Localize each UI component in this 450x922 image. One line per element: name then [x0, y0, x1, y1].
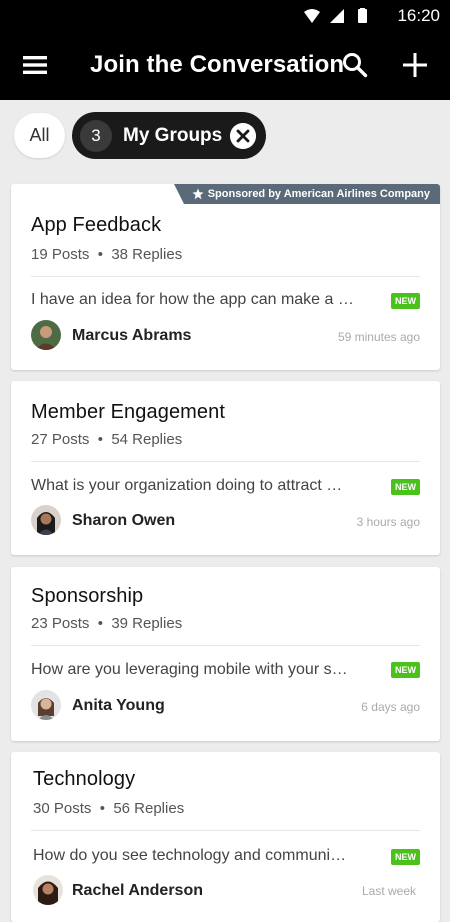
clear-filter-icon[interactable] [230, 123, 256, 149]
divider [31, 461, 420, 462]
filter-my-groups-chip[interactable]: 3 My Groups [72, 112, 266, 159]
replies-count: 39 Replies [111, 615, 183, 632]
sponsored-banner: Sponsored by American Airlines Company [173, 184, 440, 204]
divider [31, 276, 420, 277]
group-title: Technology [33, 768, 136, 790]
latest-post-excerpt: What is your organization doing to attra… [31, 477, 343, 494]
wifi-icon [304, 9, 320, 23]
latest-post-excerpt: How are you leveraging mobile with your … [31, 661, 348, 678]
group-stats: 27 Posts • 54 Replies [31, 431, 182, 448]
stats-separator: • [93, 246, 112, 263]
replies-count: 54 Replies [111, 431, 183, 448]
group-stats: 23 Posts • 39 Replies [31, 615, 182, 632]
group-title: Member Engagement [31, 401, 226, 423]
signal-icon [330, 9, 344, 23]
author-name: Marcus Abrams [72, 327, 192, 344]
new-badge: NEW [391, 293, 420, 309]
replies-count: 56 Replies [113, 800, 185, 817]
avatar [31, 320, 61, 350]
stats-separator: • [93, 431, 112, 448]
post-time: Last week [361, 884, 416, 898]
posts-count: 27 Posts [31, 431, 90, 448]
add-icon[interactable] [400, 50, 430, 80]
group-title: Sponsorship [31, 585, 144, 607]
group-title: App Feedback [31, 214, 162, 236]
author-name: Sharon Owen [72, 512, 176, 529]
post-time: 6 days ago [361, 700, 420, 714]
star-icon [192, 188, 204, 200]
group-card[interactable]: Sponsored by American Airlines Company A… [11, 184, 440, 370]
battery-icon [358, 8, 367, 23]
status-bar: 16:20 [0, 0, 450, 32]
group-card[interactable]: Member Engagement 27 Posts • 54 Replies … [11, 381, 440, 555]
post-time: 59 minutes ago [337, 330, 420, 344]
divider [31, 645, 420, 646]
sponsored-label: Sponsored by American Airlines Company [207, 188, 430, 200]
author-name: Rachel Anderson [72, 882, 203, 899]
stats-separator: • [93, 615, 112, 632]
app-bar: Join the Conversation [0, 32, 450, 100]
status-icons [304, 8, 367, 23]
group-card[interactable]: Technology 30 Posts • 56 Replies How do … [11, 752, 440, 922]
my-groups-label: My Groups [123, 125, 223, 146]
page-title: Join the Conversation [90, 51, 345, 78]
hamburger-menu-icon[interactable] [22, 54, 48, 76]
post-time: 3 hours ago [356, 515, 420, 529]
latest-post-excerpt: I have an idea for how the app can make … [31, 291, 354, 308]
new-badge: NEW [391, 849, 420, 865]
avatar [31, 505, 61, 535]
avatar [33, 875, 63, 905]
group-stats: 30 Posts • 56 Replies [33, 800, 184, 817]
author-name: Anita Young [72, 697, 165, 714]
posts-count: 19 Posts [31, 246, 90, 263]
new-badge: NEW [391, 662, 420, 678]
search-icon[interactable] [342, 52, 368, 78]
filter-all-chip[interactable]: All [14, 113, 65, 158]
posts-count: 23 Posts [31, 615, 90, 632]
stats-separator: • [95, 800, 114, 817]
groups-count-badge: 3 [80, 120, 112, 152]
group-stats: 19 Posts • 38 Replies [31, 246, 182, 263]
replies-count: 38 Replies [111, 246, 183, 263]
avatar [31, 690, 61, 720]
new-badge: NEW [391, 479, 420, 495]
latest-post-excerpt: How do you see technology and communi… [33, 847, 347, 864]
group-card[interactable]: Sponsorship 23 Posts • 39 Replies How ar… [11, 567, 440, 741]
status-time: 16:20 [397, 6, 440, 25]
posts-count: 30 Posts [33, 800, 92, 817]
divider [31, 830, 420, 831]
